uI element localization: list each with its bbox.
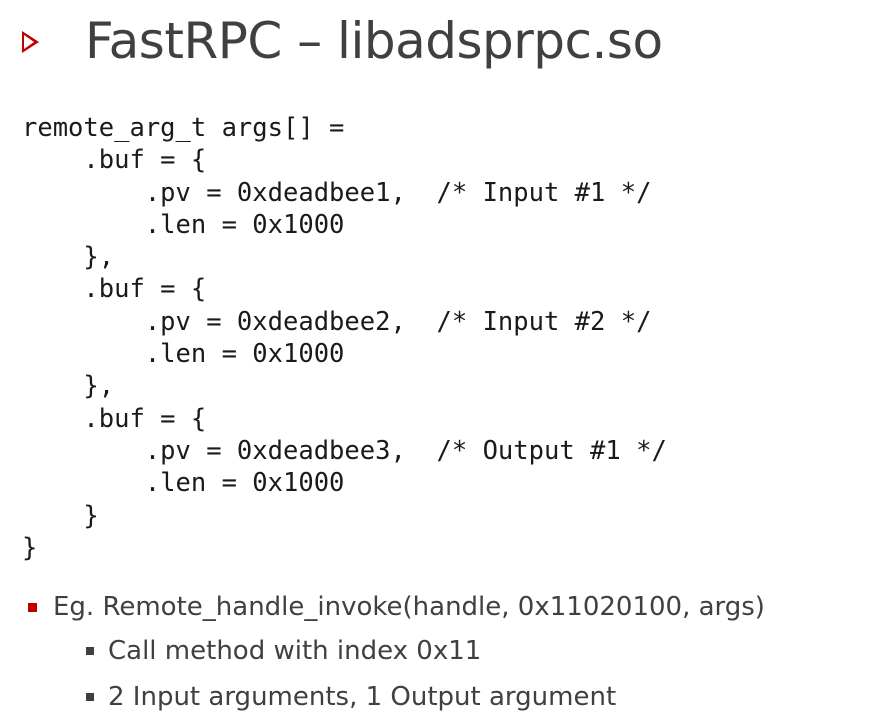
code-line: .pv = 0xdeadbee1, /* Input #1 */: [22, 177, 652, 208]
code-line: .pv = 0xdeadbee3, /* Output #1 */: [22, 435, 667, 466]
code-line: },: [22, 242, 115, 273]
sub-bullet-text: 2 Input arguments, 1 Output argument: [108, 682, 617, 712]
code-line: .len = 0x1000: [22, 339, 345, 370]
slide-title: FastRPC – libadsprpc.so: [85, 12, 663, 70]
code-line: .len = 0x1000: [22, 468, 345, 499]
bullet-list: Eg. Remote_handle_invoke(handle, 0x11020…: [28, 586, 765, 720]
bullet-text: Eg. Remote_handle_invoke(handle, 0x11020…: [53, 592, 765, 622]
code-block: remote_arg_t args[] = .buf = { .pv = 0xd…: [22, 112, 667, 564]
square-bullet-icon: [86, 647, 94, 655]
code-line: .pv = 0xdeadbee2, /* Input #2 */: [22, 306, 652, 337]
code-line: .buf = {: [22, 274, 207, 305]
bullet-item: Eg. Remote_handle_invoke(handle, 0x11020…: [28, 586, 765, 628]
code-line: .len = 0x1000: [22, 209, 345, 240]
code-line: .buf = {: [22, 403, 207, 434]
code-line: .buf = {: [22, 145, 207, 176]
sub-bullet-item: 2 Input arguments, 1 Output argument: [28, 674, 765, 720]
triangle-outline-icon: [22, 31, 39, 53]
code-line: }: [22, 500, 99, 531]
sub-bullet-item: Call method with index 0x11: [28, 628, 765, 674]
code-line: remote_arg_t args[] =: [22, 113, 345, 143]
code-line: }: [22, 532, 38, 563]
square-bullet-icon: [86, 693, 94, 701]
sub-bullet-text: Call method with index 0x11: [108, 636, 482, 666]
code-line: },: [22, 371, 115, 402]
square-bullet-icon: [28, 602, 37, 612]
slide-title-row: FastRPC – libadsprpc.so: [22, 6, 663, 76]
